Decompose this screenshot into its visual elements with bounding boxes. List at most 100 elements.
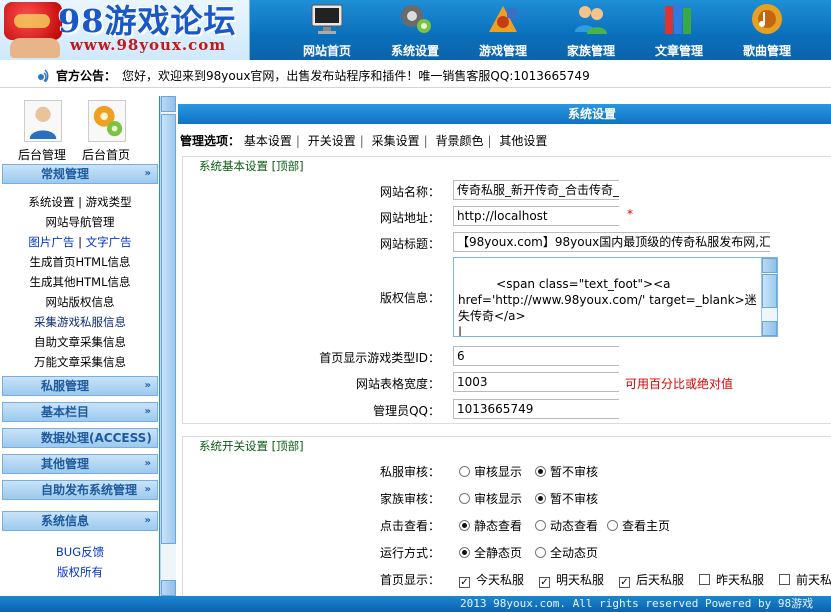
radio-view-homepage[interactable]: 查看主页 [607, 517, 670, 534]
private-audit-label: 私服审核： [379, 465, 440, 479]
section-basic-columns[interactable]: 基本栏目 » [2, 402, 158, 422]
check-day-before-private[interactable]: 前天私 [779, 571, 831, 588]
link-system-settings[interactable]: 系统设置 [28, 195, 74, 209]
radio-dynamic-view[interactable]: 动态查看 [535, 517, 598, 534]
radio-full-dynamic[interactable]: 全动态页 [535, 544, 598, 561]
section-private-manage[interactable]: 私服管理 » [2, 376, 158, 396]
option-label: 暂不审核 [550, 465, 599, 479]
announcement-bar: 官方公告： 您好，欢迎来到98youx官网，出售发布站程序和插件！唯一销售客服Q… [0, 60, 831, 88]
books-icon [665, 4, 691, 34]
radio-checked-icon [535, 466, 546, 477]
section-data-access[interactable]: 数据处理(ACCESS) [2, 428, 158, 448]
radio-checked-icon [459, 547, 470, 558]
scroll-down-arrow-icon[interactable] [161, 580, 176, 596]
section-common-manage[interactable]: 常规管理 » [2, 164, 158, 184]
scroll-thumb[interactable] [161, 114, 176, 544]
nav-label: 网站首页 [302, 44, 351, 58]
options-label: 管理选项： [180, 134, 241, 148]
chevron-down-icon: » [144, 458, 151, 469]
sidebar-scrollbar[interactable] [160, 96, 176, 596]
check-today-private[interactable]: ✓ 今天私服 [459, 571, 524, 588]
check-day-after-private[interactable]: ✓ 后天私服 [619, 571, 684, 588]
radio-family-audit-none[interactable]: 暂不审核 [535, 490, 598, 507]
site-name-label: 网站名称： [379, 185, 440, 199]
textarea-scrollbar[interactable] [761, 258, 777, 336]
option-label: 审核显示 [474, 492, 523, 506]
footer: 2013 98youx.com. All rights reserved Pow… [0, 596, 831, 612]
site-title-input[interactable]: 【98youx.com】98youx国内最顶级的传奇私服发布网,汇 [453, 232, 770, 252]
nav-home[interactable]: 网站首页 [283, 0, 371, 60]
gear-icon [401, 5, 431, 33]
tab-collect-settings[interactable]: 采集设置 [372, 134, 420, 148]
radio-private-audit-show[interactable]: 审核显示 [459, 463, 522, 480]
link-copyright[interactable]: 版权所有 [0, 564, 160, 580]
option-label: 全静态页 [474, 546, 523, 560]
check-tomorrow-private[interactable]: ✓ 明天私服 [539, 571, 604, 588]
radio-icon [535, 520, 546, 531]
link-universal-article-collect[interactable]: 万能文章采集信息 [0, 354, 160, 370]
section-system-info[interactable]: 系统信息 » [2, 511, 158, 531]
link-bug-feedback[interactable]: BUG反馈 [0, 544, 160, 560]
link-copyright-info[interactable]: 网站版权信息 [0, 294, 160, 310]
tab-switch-settings[interactable]: 开关设置 [308, 134, 356, 148]
nav-article-management[interactable]: 文章管理 [635, 0, 723, 60]
checkbox-checked-icon: ✓ [539, 577, 550, 588]
admin-qq-input[interactable]: 1013665749 [453, 399, 619, 419]
site-name-input[interactable]: 传奇私服_新开传奇_合击传奇_ [453, 180, 619, 200]
logo-url: www.98youx.com [70, 36, 227, 54]
announcement-text: 您好，欢迎来到98youx官网，出售发布站程序和插件！唯一销售客服QQ:1013… [122, 69, 590, 83]
nav-system-settings[interactable]: 系统设置 [371, 0, 459, 60]
radio-family-audit-show[interactable]: 审核显示 [459, 490, 522, 507]
link-gen-home-html[interactable]: 生成首页HTML信息 [0, 254, 160, 270]
copyright-text: <span class="text_foot"><a href='http://… [458, 277, 757, 337]
option-label: 后天私服 [636, 573, 685, 587]
tab-other-settings[interactable]: 其他设置 [499, 134, 547, 148]
site-url-input[interactable]: http://localhost [453, 206, 619, 226]
side-row-3: 图片广告 | 文字广告 [28, 235, 132, 249]
radio-checked-icon [535, 493, 546, 504]
admin-manage-button[interactable]: 后台管理 [14, 100, 70, 162]
link-site-nav[interactable]: 网站导航管理 [0, 214, 160, 230]
section-label: 系统信息 [41, 514, 90, 528]
scroll-thumb[interactable] [762, 274, 777, 308]
site-logo[interactable]: 98游戏论坛 www.98youx.com [0, 0, 250, 60]
checkbox-icon [779, 574, 790, 585]
tab-background-color[interactable]: 背景颜色 [436, 134, 484, 148]
link-image-ads[interactable]: 图片广告 [28, 235, 74, 249]
option-label: 今天私服 [476, 573, 525, 587]
link-gen-other-html[interactable]: 生成其他HTML信息 [0, 274, 160, 290]
users-icon [575, 6, 607, 34]
option-label: 明天私服 [556, 573, 605, 587]
section-label: 私服管理 [41, 379, 90, 393]
table-width-input[interactable]: 1003 [453, 372, 619, 392]
scroll-up-arrow-icon[interactable] [161, 96, 176, 112]
home-show-label: 首页显示： [379, 573, 440, 587]
panel-title: 系统设置 [178, 104, 831, 124]
run-mode-label: 运行方式： [379, 546, 440, 560]
link-text-ads[interactable]: 文字广告 [86, 235, 132, 249]
nav-label: 歌曲管理 [742, 44, 791, 58]
radio-icon [459, 493, 470, 504]
scroll-down-arrow-icon[interactable] [762, 321, 777, 336]
logo-hand-icon [10, 38, 60, 58]
nav-song-management[interactable]: 歌曲管理 [723, 0, 811, 60]
check-yesterday-private[interactable]: 昨天私服 [699, 571, 764, 588]
radio-static-view[interactable]: 静态查看 [459, 517, 522, 534]
required-mark: * [627, 207, 633, 221]
radio-full-static[interactable]: 全静态页 [459, 544, 522, 561]
section-self-publish[interactable]: 自助发布系统管理 » [2, 480, 158, 500]
admin-home-button[interactable]: 后台首页 [78, 100, 134, 162]
copyright-textarea[interactable]: <span class="text_foot"><a href='http://… [453, 257, 778, 337]
section-other-manage[interactable]: 其他管理 » [2, 454, 158, 474]
link-game-types[interactable]: 游戏类型 [86, 195, 132, 209]
radio-private-audit-none[interactable]: 暂不审核 [535, 463, 598, 480]
admin-qq-label: 管理员QQ： [373, 404, 440, 418]
link-collect-private[interactable]: 采集游戏私服信息 [0, 314, 160, 330]
home-type-input[interactable]: 6 [453, 346, 619, 366]
tab-basic-settings[interactable]: 基本设置 [244, 134, 292, 148]
nav-game-management[interactable]: 游戏管理 [459, 0, 547, 60]
nav-family-management[interactable]: 家族管理 [547, 0, 635, 60]
scroll-up-arrow-icon[interactable] [762, 258, 777, 273]
link-auto-article-collect[interactable]: 自助文章采集信息 [0, 334, 160, 350]
site-title-label: 网站标题： [379, 237, 440, 251]
